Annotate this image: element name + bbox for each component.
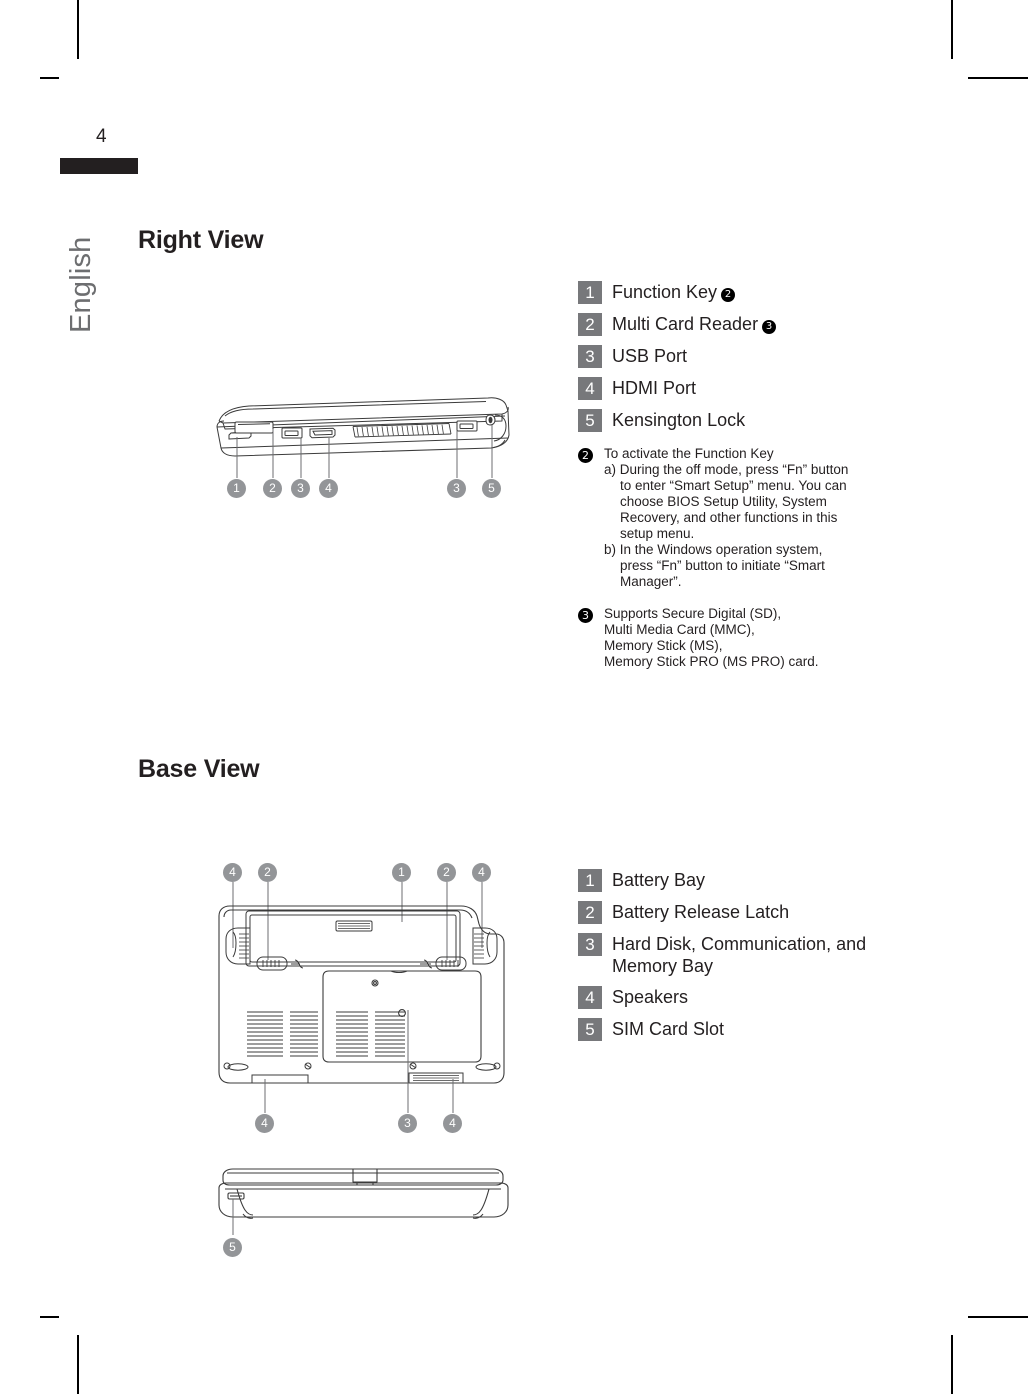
legend-badge: 1 [578,869,602,892]
figure-right-view: 1 2 3 4 3 5 [205,385,525,510]
figure-callout-3: 3 [398,1114,417,1133]
footnote-body: To activate the Function Key a) During t… [604,446,848,590]
legend-badge: 5 [578,1018,602,1041]
legend-badge: 5 [578,409,602,432]
legend-item: 1 Battery Bay [578,869,908,892]
figure-callout-4d: 4 [443,1114,462,1133]
legend-badge: 3 [578,933,602,956]
footnote-function-key: 2 To activate the Function Key a) During… [578,446,908,590]
footnote-line: Supports Secure Digital (SD), [604,606,782,621]
legend-label: Function Key 2 [612,281,736,303]
legend-badge: 4 [578,986,602,1009]
figure-callout-1: 1 [227,479,246,498]
legend-item: 2 Multi Card Reader 3 [578,313,908,336]
figure-callout-4: 4 [223,863,242,882]
footnote-line: Recovery, and other functions in this [620,510,838,525]
legend-label: Battery Bay [612,870,706,890]
legend-item: 5 SIM Card Slot [578,1018,908,1041]
crop-mark-bottom-right-horizontal [968,1316,1028,1318]
crop-mark-bottom-left-vertical [77,1335,79,1394]
legend-item: 1 Function Key 2 [578,281,908,304]
figure-callout-2: 2 [263,479,282,498]
legend-item: 5 Kensington Lock [578,409,908,432]
figure-callout-2b: 2 [437,863,456,882]
footnote-marker-icon: 2 [578,448,593,463]
figure-callout-5: 5 [223,1238,242,1257]
footnote-line: to enter “Smart Setup” menu. You can [620,478,847,493]
figure-callout-2: 2 [258,863,277,882]
footnote-line: setup menu. [620,526,695,541]
legend-item: 4 HDMI Port [578,377,908,400]
legend-label-text: Multi Card Reader [612,314,759,334]
legend-base-view: 1 Battery Bay 2 Battery Release Latch 3 … [578,869,908,1050]
figure-base-view: 4 2 1 2 4 4 3 4 [205,860,525,1133]
figure-callout-1: 1 [392,863,411,882]
figure-callout-4: 4 [319,479,338,498]
footnote-line: Memory Stick PRO (MS PRO) card. [604,654,819,669]
footnote-line: press “Fn” button to initiate “Smart [620,558,825,573]
footnote-marker-icon: 3 [578,608,593,623]
crop-mark-top-right-horizontal [968,77,1028,79]
legend-label: USB Port [612,346,688,366]
footnote-line: Memory Stick (MS), [604,638,723,653]
figure-callout-4c: 4 [255,1114,274,1133]
legend-item: 2 Battery Release Latch [578,901,908,924]
footnote-body: Supports Secure Digital (SD), Multi Medi… [604,606,819,670]
legend-label-text: Function Key [612,282,718,302]
footnote-line: b) In the Windows operation system, [604,542,823,557]
legend-label: Multi Card Reader 3 [612,313,777,335]
figure-callout-4b: 4 [472,863,491,882]
legend-badge: 4 [578,377,602,400]
crop-mark-bottom-right-vertical [951,1335,953,1394]
legend-item: 4 Speakers [578,986,908,1009]
figure-callout-3: 3 [291,479,310,498]
footnote-ref-icon: 2 [721,288,736,302]
footnote-line: a) During the off mode, press “Fn” butto… [604,462,849,477]
legend-item: 3 Hard Disk, Communication, and Memory B… [578,933,908,977]
legend-badge: 1 [578,281,602,304]
legend-label: Speakers [612,987,689,1007]
footnote-ref-icon: 3 [762,320,777,334]
figure-callout-5: 5 [482,479,501,498]
legend-badge: 2 [578,313,602,336]
legend-item: 3 USB Port [578,345,908,368]
footnote-card-reader: 3 Supports Secure Digital (SD), Multi Me… [578,606,908,670]
crop-mark-top-left-vertical [77,0,79,59]
language-tab-label: English [65,236,97,333]
page-number: 4 [96,126,107,147]
manual-page: 4 English Right View 1 2 3 4 3 5 1 Funct… [0,0,1028,1394]
crop-mark-bottom-left-horizontal [40,1316,59,1318]
page-title-base-view: Base View [138,755,260,783]
legend-label: HDMI Port [612,378,697,398]
legend-label: Battery Release Latch [612,902,790,922]
footnote-line: To activate the Function Key [604,446,774,461]
legend-badge: 2 [578,901,602,924]
legend-badge: 3 [578,345,602,368]
legend-right-view: 1 Function Key 2 2 Multi Card Reader 3 3 U… [578,281,908,441]
chapter-tab-bar [60,158,138,174]
footnote-line: Manager”. [620,574,682,589]
crop-mark-top-right-vertical [951,0,953,59]
footnote-line: choose BIOS Setup Utility, System [620,494,827,509]
figure-front-edge-view: 5 [205,1160,525,1257]
footnote-line: Multi Media Card (MMC), [604,622,755,637]
legend-label: Kensington Lock [612,410,746,430]
legend-label: SIM Card Slot [612,1019,725,1039]
crop-mark-top-left-horizontal [40,77,59,79]
legend-label: Hard Disk, Communication, and Memory Bay [612,934,867,976]
page-title-right-view: Right View [138,226,264,254]
figure-callout-3b: 3 [447,479,466,498]
